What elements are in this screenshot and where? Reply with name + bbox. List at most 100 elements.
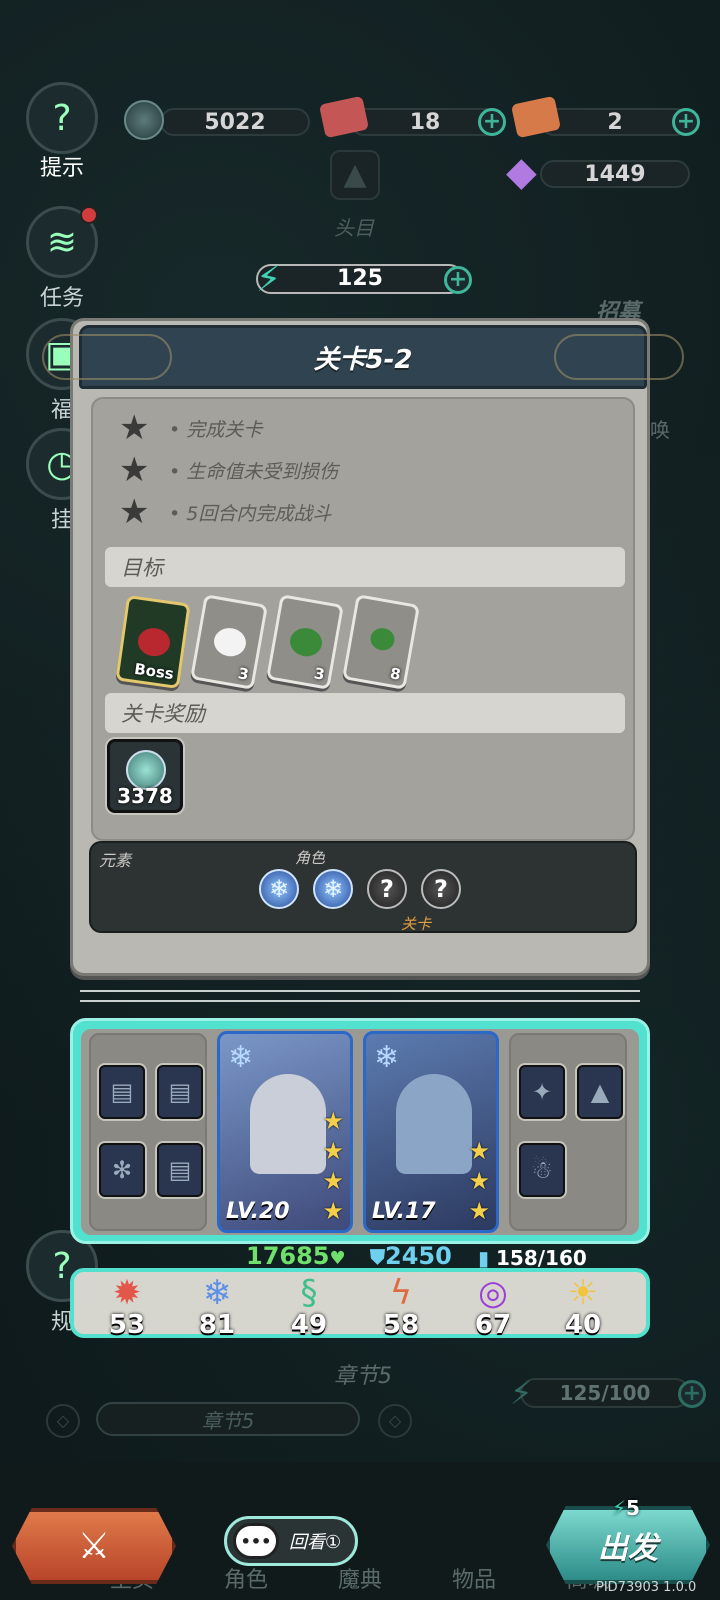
right-rune-slot[interactable]: ✦ ▲ ☃ — [509, 1033, 627, 1231]
hint-label: 提示 — [39, 156, 84, 181]
thunder-icon: ϟ — [389, 1273, 413, 1313]
tasks-label: 任务 — [39, 286, 84, 311]
chapter-selector[interactable]: 章节5 — [96, 1402, 360, 1436]
boss-monster-icon — [136, 626, 172, 659]
ice-icon: ❄ — [202, 1273, 232, 1313]
hero-level: LV.17 — [372, 1199, 436, 1224]
rune-card[interactable]: ▤ — [99, 1065, 145, 1119]
chapter-title: 章节5 — [334, 1364, 392, 1389]
snowflake-rune-card[interactable]: ✻ — [99, 1143, 145, 1197]
target-card-bush[interactable]: 3 — [266, 594, 344, 690]
gem-value: 1449 — [584, 161, 646, 187]
crossed-swords-icon: ⚔ — [77, 1525, 111, 1567]
hero-card-2[interactable]: ❄ ★ ★ ★ LV.17 — [363, 1031, 499, 1233]
objective-text: • 完成关卡 — [169, 418, 263, 441]
objective-2: ★ • 生命值未受到损伤 — [119, 453, 338, 487]
heart-icon: ♥ — [329, 1248, 346, 1269]
element-counts: ✹ 53 ❄ 81 § 49 ϟ 58 ◎ 67 ☀ 40 — [70, 1268, 650, 1338]
review-button[interactable]: ••• 回看① — [224, 1516, 358, 1566]
nav-characters[interactable]: 角色 — [224, 1562, 268, 1594]
hint-button[interactable]: ? 提示 — [26, 82, 98, 182]
hero-card-1[interactable]: ❄ ★ ★ ★ ★ LV.20 — [217, 1031, 353, 1233]
sun-icon: ☀ — [567, 1273, 599, 1313]
chapter-next-button[interactable]: ◇ — [378, 1404, 412, 1438]
rewards-header: 关卡奖励 — [105, 693, 625, 733]
thunder-element: ϟ 58 — [366, 1274, 436, 1338]
mountain-rune-card[interactable]: ▲ — [577, 1065, 623, 1119]
team-power: 17685♥ — [246, 1242, 346, 1270]
stage-title-bar: 关卡5-2 — [42, 325, 684, 389]
hero-stars: ★ ★ ★ ★ — [322, 1107, 344, 1225]
gem-counter: 1449 — [540, 160, 690, 188]
ice-crest-icon: ❄ — [228, 1040, 254, 1075]
section-divider — [80, 990, 640, 1002]
nav-grimoire[interactable]: 魔典 — [338, 1562, 382, 1594]
chat-bubble-icon: ••• — [233, 1523, 279, 1559]
left-rune-slot[interactable]: ▤ ▤ ✻ ▤ — [89, 1033, 207, 1231]
unknown-element-icon: ? — [421, 869, 461, 909]
shield-icon: ⛊ — [370, 1245, 385, 1269]
fire-icon: ✹ — [112, 1273, 142, 1313]
stage-details: ★ • 完成关卡 ★ • 生命值未受到损伤 ★ • 5回合内完成战斗 目标 Bo… — [91, 397, 635, 841]
gold-ticket-counter: 2 — [540, 108, 690, 136]
go-label: 出发 — [598, 1531, 658, 1566]
hero-portrait — [396, 1074, 472, 1174]
stage-element-label: 关卡 — [401, 915, 432, 933]
star-icon: ★ — [119, 450, 150, 490]
energy-value: 125 — [337, 266, 383, 291]
title-ornament-left — [42, 334, 172, 380]
target-card-boss[interactable]: Boss — [115, 594, 191, 690]
fire-element: ✹ 53 — [92, 1274, 162, 1338]
title-ornament-right — [554, 334, 684, 380]
diamond-icon: ◆ — [506, 149, 537, 195]
team-defense: ⛊2450 — [370, 1242, 452, 1270]
rune-card[interactable]: ▤ — [157, 1143, 203, 1197]
rune-card[interactable]: ▤ — [157, 1065, 203, 1119]
element-label: 元素 — [99, 851, 132, 870]
objective-1: ★ • 完成关卡 — [119, 411, 262, 445]
go-cost: ⚡5 — [612, 1496, 640, 1520]
stage-title: 关卡5-2 — [313, 344, 413, 375]
review-label: 回看① — [289, 1532, 342, 1553]
tasks-button[interactable]: ≋ 任务 — [26, 206, 98, 312]
boss-badge: Boss — [133, 659, 175, 684]
stamina-lightning-icon: ⚡ — [510, 1374, 533, 1412]
add-red-ticket-button[interactable]: + — [478, 108, 506, 136]
gold-ticket-value: 2 — [607, 109, 623, 135]
flower-icon — [211, 625, 249, 659]
hero-stars: ★ ★ ★ — [468, 1137, 490, 1225]
red-ticket-value: 18 — [409, 109, 441, 135]
boss-label: 头目 — [334, 216, 374, 240]
notification-dot — [80, 206, 98, 224]
star-icon: ★ — [119, 408, 150, 448]
sprout-icon — [368, 626, 397, 653]
nav-items[interactable]: 物品 — [452, 1562, 496, 1594]
element-panel: 元素 角色 ❄ ❄ ? ? 关卡 — [89, 841, 637, 933]
target-count: 3 — [236, 664, 251, 684]
team-inner: ▤ ▤ ✻ ▤ ❄ ★ ★ ★ ★ LV.20 ❄ ★ ★ ★ LV.17 ✦ ▲ ☃ — [81, 1029, 639, 1235]
auto-battle-button[interactable]: ⚔ — [12, 1508, 176, 1584]
bush-icon — [287, 625, 325, 659]
add-stamina-button[interactable]: + — [678, 1380, 706, 1408]
gold-counter: 5022 — [160, 108, 310, 136]
objective-3: ★ • 5回合内完成战斗 — [119, 495, 331, 529]
coin-icon — [124, 100, 164, 140]
target-card-flower[interactable]: 3 — [190, 594, 268, 690]
chapter-prev-button[interactable]: ◇ — [46, 1404, 80, 1438]
add-gold-ticket-button[interactable]: + — [672, 108, 700, 136]
summon-label[interactable]: 唤 — [650, 414, 670, 443]
build-info: PID73903 1.0.0 — [596, 1580, 697, 1595]
reward-amount: 3378 — [117, 784, 173, 808]
wind-icon: § — [300, 1273, 318, 1313]
add-energy-button[interactable]: + — [444, 266, 472, 294]
objective-text: • 5回合内完成战斗 — [169, 502, 332, 525]
target-card-sprout[interactable]: 8 — [342, 594, 420, 690]
boss-lock-icon: ▲ — [330, 150, 380, 200]
reward-item[interactable]: 3378 — [107, 739, 183, 813]
star-rune-card[interactable]: ✦ — [519, 1065, 565, 1119]
unknown-element-icon: ? — [367, 869, 407, 909]
wind-element: § 49 — [274, 1274, 344, 1338]
void-element: ◎ 67 — [458, 1274, 528, 1338]
void-icon: ◎ — [478, 1273, 508, 1313]
snowman-rune-card[interactable]: ☃ — [519, 1143, 565, 1197]
